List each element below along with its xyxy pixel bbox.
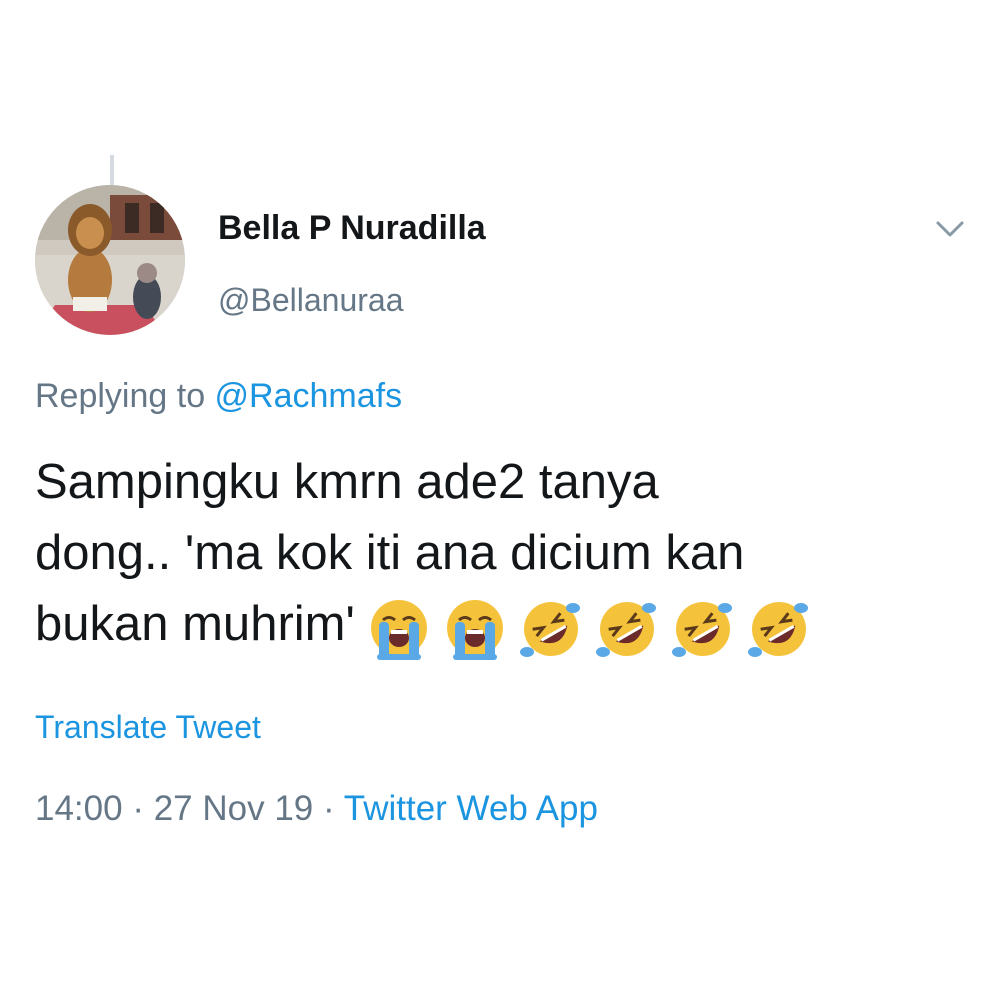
avatar-photo bbox=[35, 185, 185, 335]
tweet-text-line: dong.. 'ma kok iti ana dicium kan bbox=[35, 526, 745, 580]
replying-prefix: Replying to bbox=[35, 377, 215, 415]
replying-to-handle-link[interactable]: @Rachmafs bbox=[215, 377, 403, 415]
user-handle[interactable]: @Bellanuraa bbox=[218, 282, 403, 318]
tweet-date[interactable]: 27 Nov 19 bbox=[154, 789, 314, 828]
tweet-text-line-last: bukan muhrim' bbox=[35, 589, 955, 664]
loudly-crying-face-icon bbox=[361, 594, 437, 664]
rolling-on-the-floor-laughing-icon bbox=[741, 594, 817, 664]
loudly-crying-face-icon bbox=[437, 594, 513, 664]
rolling-on-the-floor-laughing-icon bbox=[589, 594, 665, 664]
tweet-time: 14:00 bbox=[35, 789, 123, 828]
tweet-text: Sampingku kmrn ade2 tanya dong.. 'ma kok… bbox=[35, 447, 955, 664]
tweet-metadata: 14:00 · 27 Nov 19 · Twitter Web App bbox=[35, 789, 598, 829]
meta-separator: · bbox=[122, 789, 154, 828]
rolling-on-the-floor-laughing-icon bbox=[665, 594, 741, 664]
thread-connector-line bbox=[110, 155, 114, 185]
avatar[interactable] bbox=[35, 185, 185, 335]
rolling-on-the-floor-laughing-icon bbox=[513, 594, 589, 664]
emoji-row bbox=[361, 591, 817, 664]
replying-to: Replying to @Rachmafs bbox=[35, 377, 403, 415]
translate-tweet-link[interactable]: Translate Tweet bbox=[35, 709, 261, 745]
tweet-text-line: Sampingku kmrn ade2 tanya bbox=[35, 455, 659, 509]
chevron-down-icon[interactable] bbox=[930, 215, 970, 245]
meta-separator: · bbox=[313, 789, 344, 828]
tweet-source-link[interactable]: Twitter Web App bbox=[344, 789, 598, 828]
tweet-text-line: bukan muhrim' bbox=[35, 597, 355, 651]
display-name[interactable]: Bella P Nuradilla bbox=[218, 209, 486, 247]
